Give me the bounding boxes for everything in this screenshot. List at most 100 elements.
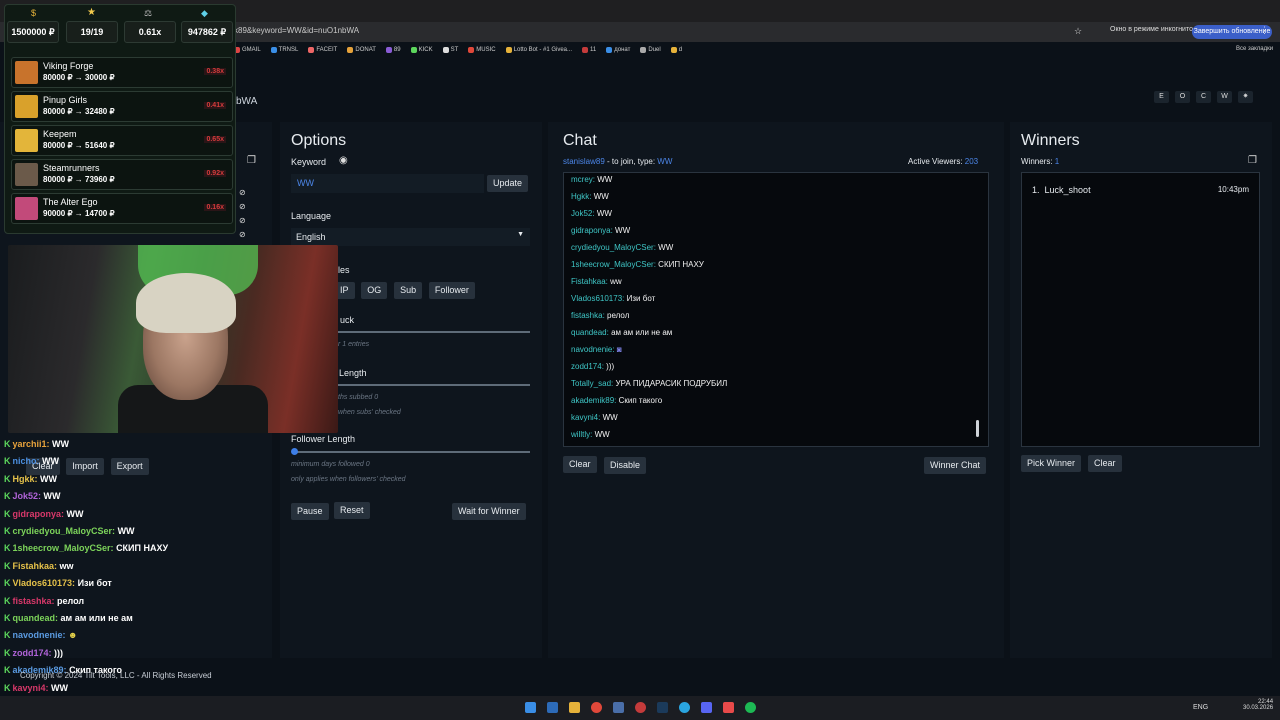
- chat-message: Jok52: WW: [571, 209, 612, 218]
- reset-button[interactable]: Reset: [334, 502, 370, 519]
- role-follower-button[interactable]: Follower: [428, 282, 475, 299]
- bookmark-item[interactable]: KICK: [410, 44, 433, 56]
- luck-slider[interactable]: [338, 331, 530, 333]
- telegram-icon[interactable]: [679, 702, 690, 713]
- wait-for-winner-button[interactable]: Wait for Winner: [452, 503, 526, 520]
- bookmark-item[interactable]: Lotto Bot - #1 Givea...: [505, 44, 572, 56]
- chat-username[interactable]: zodd174:: [571, 362, 604, 371]
- browser-menu-icon[interactable]: ⋮: [1260, 25, 1269, 36]
- chat-username[interactable]: Totally_sad:: [571, 379, 613, 388]
- bookmark-star-icon[interactable]: ☆: [1074, 26, 1082, 37]
- copy-icon[interactable]: ❐: [247, 155, 256, 166]
- bookmark-item[interactable]: 11: [582, 44, 596, 56]
- task-view-icon[interactable]: [547, 702, 558, 713]
- twitch-username: kavyni4:: [12, 682, 49, 693]
- chat-username[interactable]: gidraponya:: [571, 226, 613, 235]
- slot-payout: 80000 ₽ → 51640 ₽: [43, 141, 115, 150]
- copy-winners-icon[interactable]: ❐: [1248, 155, 1257, 166]
- file-explorer-icon[interactable]: [569, 702, 580, 713]
- eye-icon[interactable]: ◉: [339, 155, 348, 166]
- role-sub-button[interactable]: Sub: [394, 282, 423, 299]
- role-og-button[interactable]: OG: [361, 282, 388, 299]
- twitch-message: Kfistashka: релол: [4, 596, 84, 606]
- chat-clear-button[interactable]: Clear: [563, 456, 597, 473]
- top-button-c[interactable]: C: [1196, 91, 1211, 103]
- discord-icon[interactable]: [701, 702, 712, 713]
- bookmark-label: MUSIC: [476, 47, 496, 53]
- page-tag: bWA: [236, 96, 258, 107]
- twitch-username: navodnenie:: [12, 630, 66, 641]
- pick-winner-button[interactable]: Pick Winner: [1021, 455, 1082, 472]
- app-icon-2[interactable]: [635, 702, 646, 713]
- winner-row[interactable]: 1. Luck_shoot: [1032, 185, 1091, 195]
- spotify-icon[interactable]: [745, 702, 756, 713]
- keyword-input[interactable]: WW: [291, 174, 484, 193]
- bookmark-item[interactable]: MUSIC: [468, 44, 496, 56]
- bonus-slot-card: Pinup Girls 80000 ₽ → 32480 ₽ 0.41x: [11, 91, 233, 122]
- top-button-o[interactable]: O: [1175, 91, 1190, 103]
- chat-username[interactable]: Hgkk:: [571, 192, 591, 201]
- winner-chat-button[interactable]: Winner Chat: [924, 457, 987, 474]
- bookmark-item[interactable]: 89: [385, 44, 401, 56]
- chat-username[interactable]: Vlados610173:: [571, 294, 624, 303]
- windows-start-icon[interactable]: [525, 702, 536, 713]
- chat-username[interactable]: Fistahkaa:: [571, 277, 608, 286]
- twitch-message: K 1sheecrow_MaloyCSer: СКИП НАХУ: [4, 543, 168, 553]
- twitch-username: Fistahkaa:: [12, 560, 58, 571]
- bookmark-item[interactable]: Duel: [640, 44, 661, 56]
- chat-username[interactable]: mcrey:: [571, 175, 595, 184]
- tray-clock[interactable]: 22:44 30.03.2026: [1243, 699, 1273, 711]
- all-bookmarks-link[interactable]: Все закладки: [1236, 46, 1273, 52]
- bookmark-item[interactable]: GMAIL: [234, 44, 261, 56]
- chat-box[interactable]: willtly: WW kavyni4: WW akademik89: Скип т…: [563, 172, 989, 447]
- slot-payout: 80000 ₽ → 30000 ₽: [43, 73, 115, 82]
- sub-length-slider[interactable]: [338, 384, 530, 386]
- chat-username[interactable]: 1sheecrow_MaloyCSer:: [571, 260, 656, 269]
- chat-username[interactable]: crydiedyou_MaloyCSer:: [571, 243, 656, 252]
- follower-length-slider[interactable]: [294, 451, 530, 453]
- pause-button[interactable]: Pause: [291, 503, 329, 520]
- twitch-username: crydiedyou_MaloyCSer:: [12, 526, 116, 536]
- kick-badge-icon: K: [4, 578, 11, 589]
- bookmark-icon: [385, 47, 392, 53]
- language-label: Language: [291, 211, 332, 221]
- language-select[interactable]: English ▼: [291, 228, 530, 246]
- bookmark-item[interactable]: d: [670, 44, 682, 56]
- chat-message: quandead: ам ам или не ам: [571, 328, 672, 337]
- app-icon-1[interactable]: [613, 702, 624, 713]
- chat-username[interactable]: quandead:: [571, 328, 609, 337]
- steam-icon[interactable]: [657, 702, 668, 713]
- chat-scrollbar[interactable]: [976, 420, 979, 437]
- ban-icon-list[interactable]: ⊘ ⊘ ⊘ ⊘: [239, 186, 246, 242]
- chat-username[interactable]: Jok52:: [571, 209, 595, 218]
- chrome-icon[interactable]: [591, 702, 602, 713]
- settings-icon[interactable]: ✷: [1238, 91, 1253, 103]
- chat-username[interactable]: kavyni4:: [571, 413, 600, 422]
- winners-clear-button[interactable]: Clear: [1088, 455, 1122, 472]
- update-keyword-button[interactable]: Update: [487, 175, 529, 192]
- top-button-e[interactable]: E: [1154, 91, 1169, 103]
- bookmark-item[interactable]: ST: [442, 44, 458, 56]
- bookmark-item[interactable]: донат: [606, 44, 630, 56]
- chat-username[interactable]: navodnenie:: [571, 345, 615, 354]
- chat-message: Fistahkaa: ww: [571, 277, 622, 286]
- slot-thumbnail: [15, 95, 38, 118]
- bookmark-item[interactable]: FACEIT: [308, 44, 337, 56]
- top-button-w[interactable]: W: [1217, 91, 1232, 103]
- chat-message: mcrey: WW: [571, 175, 612, 184]
- chat-username[interactable]: fistashka:: [571, 311, 605, 320]
- twitch-text: Изи бот: [77, 578, 112, 589]
- app-icon-3[interactable]: [723, 702, 734, 713]
- twitch-text: ам ам или не ам: [60, 613, 133, 623]
- chat-username[interactable]: akademik89:: [571, 396, 616, 405]
- tray-language[interactable]: ENG: [1193, 704, 1208, 711]
- luck-label: uck: [340, 315, 355, 325]
- bookmark-item[interactable]: TRNSL: [270, 44, 298, 56]
- follower-slider-knob[interactable]: [291, 448, 298, 455]
- chat-text: WW: [596, 209, 612, 218]
- chat-username[interactable]: willtly:: [571, 430, 592, 439]
- bookmark-item[interactable]: DONAT: [347, 44, 376, 56]
- sub-length-label: Length: [339, 368, 367, 378]
- chat-disable-button[interactable]: Disable: [604, 457, 647, 474]
- url-text[interactable]: k89&keyword=WW&id=nuO1nbWA: [234, 26, 359, 35]
